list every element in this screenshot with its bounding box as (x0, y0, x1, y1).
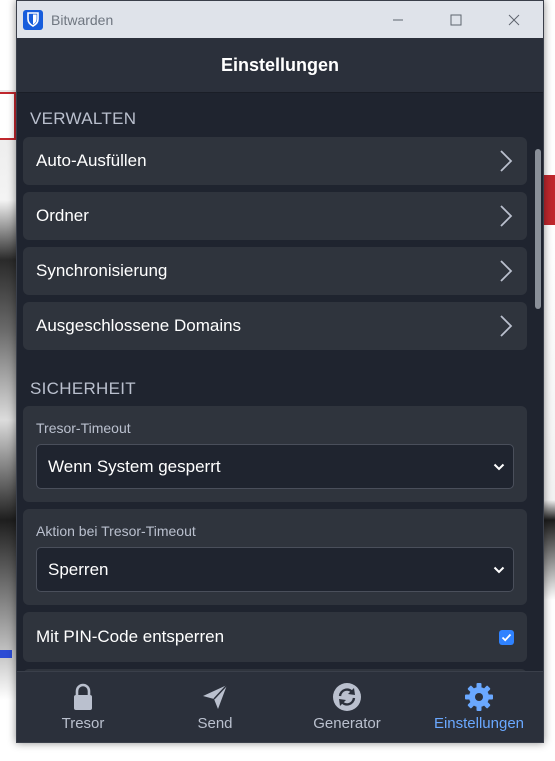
section-title-security: SICHERHEIT (30, 379, 136, 398)
gear-icon (465, 683, 493, 711)
tab-send[interactable]: Send (149, 672, 281, 742)
pin-unlock-label: Mit PIN-Code entsperren (36, 627, 225, 646)
minimize-icon (393, 19, 403, 20)
refresh-icon (333, 683, 361, 711)
settings-item-label: Ordner (36, 206, 89, 225)
tab-label: Send (197, 715, 233, 732)
background-page-left (0, 0, 16, 761)
close-button[interactable] (485, 1, 543, 38)
chevron-right-icon (500, 260, 513, 282)
maximize-button[interactable] (427, 1, 485, 38)
page-header: Einstellungen (17, 38, 543, 93)
chevron-right-icon (500, 150, 513, 172)
tab-settings[interactable]: Einstellungen (413, 672, 543, 742)
minimize-button[interactable] (369, 1, 427, 38)
settings-item-folders[interactable]: Ordner (23, 192, 527, 240)
vault-timeout-value: Wenn System gesperrt (48, 456, 221, 476)
tab-label: Generator (313, 715, 381, 732)
bottom-tab-bar: Tresor Send Generator Einstellungen (17, 671, 543, 742)
settings-item-label: Auto-Ausfüllen (36, 151, 147, 170)
settings-item-label: Synchronisierung (36, 261, 168, 280)
background-red-frame (0, 92, 16, 140)
background-page-right (544, 0, 555, 761)
chevron-down-icon (493, 566, 505, 573)
chevron-right-icon (500, 315, 513, 337)
settings-item-autofill[interactable]: Auto-Ausfüllen (23, 137, 527, 185)
tab-vault[interactable]: Tresor (17, 672, 149, 742)
settings-item-label: Ausgeschlossene Domains (36, 316, 242, 335)
chevron-right-icon (500, 205, 513, 227)
vault-timeout-card: Tresor-Timeout Wenn System gesperrt (23, 406, 527, 502)
section-title-manage: VERWALTEN (30, 109, 137, 128)
background-blue-strip (0, 650, 12, 658)
timeout-action-select[interactable]: Sperren (36, 547, 514, 592)
tab-generator[interactable]: Generator (281, 672, 413, 742)
pin-unlock-row[interactable]: Mit PIN-Code entsperren (23, 612, 527, 662)
timeout-action-label: Aktion bei Tresor-Timeout (36, 523, 196, 539)
vault-timeout-label: Tresor-Timeout (36, 420, 131, 436)
scrollbar[interactable] (533, 93, 543, 673)
scrollbar-thumb[interactable] (535, 149, 541, 309)
lock-icon (74, 683, 92, 710)
bitwarden-window: Bitwarden Einstellungen VERWALTEN Auto-A… (16, 0, 544, 743)
pin-unlock-checkbox[interactable] (499, 629, 514, 645)
page-title: Einstellungen (220, 54, 339, 75)
checkmark-icon (501, 633, 512, 641)
paper-plane-icon (203, 684, 228, 709)
vault-timeout-select[interactable]: Wenn System gesperrt (36, 444, 514, 489)
bitwarden-logo-icon (23, 9, 43, 30)
settings-item-sync[interactable]: Synchronisierung (23, 247, 527, 295)
close-icon (508, 14, 520, 25)
window-title: Bitwarden (51, 11, 114, 28)
timeout-action-value: Sperren (48, 559, 109, 579)
chevron-down-icon (493, 463, 505, 470)
tab-label: Tresor (61, 715, 105, 732)
settings-content: VERWALTEN Auto-Ausfüllen Ordner Synchron… (17, 93, 535, 673)
tab-label: Einstellungen (433, 715, 525, 732)
timeout-action-card: Aktion bei Tresor-Timeout Sperren (23, 509, 527, 605)
title-bar[interactable]: Bitwarden (17, 1, 543, 38)
maximize-icon (450, 14, 462, 25)
settings-item-excluded-domains[interactable]: Ausgeschlossene Domains (23, 302, 527, 350)
